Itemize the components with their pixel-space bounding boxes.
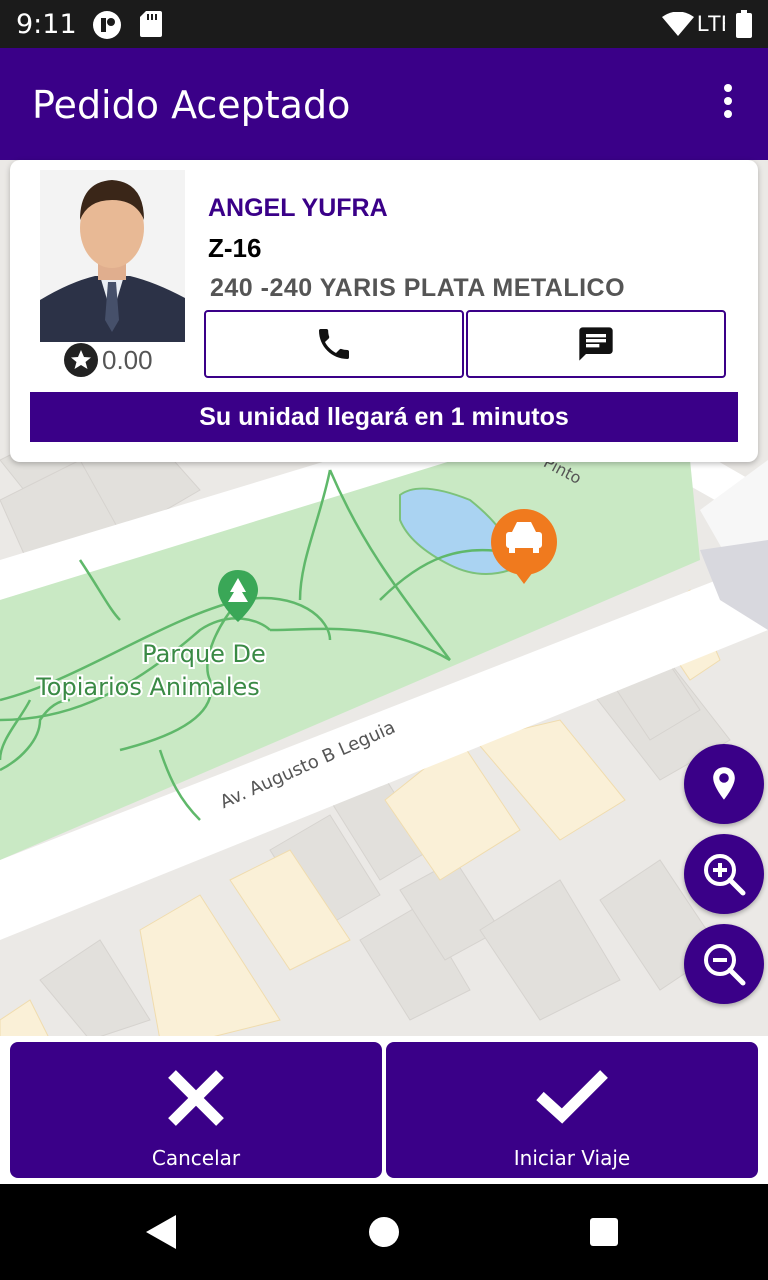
star-icon: [64, 343, 98, 377]
recents-icon[interactable]: [590, 1218, 618, 1246]
zoom-in-button[interactable]: [684, 834, 764, 914]
zoom-in-icon: [704, 854, 746, 896]
message-button[interactable]: [466, 310, 726, 378]
app-notification-icon: [93, 11, 121, 39]
zoom-out-button[interactable]: [684, 924, 764, 1004]
page-title: Pedido Aceptado: [32, 83, 351, 127]
eta-banner: Su unidad llegará en 1 minutos: [30, 392, 738, 442]
rating-value: 0.00: [102, 344, 153, 375]
cancel-button[interactable]: Cancelar: [10, 1042, 382, 1178]
phone-icon: [319, 329, 349, 359]
driver-rating: 0.00: [64, 342, 153, 378]
park-label-line1: Parque De: [142, 640, 266, 668]
network-type: LTE: [697, 11, 725, 36]
location-pin-icon: [713, 767, 735, 800]
driver-photo: [40, 170, 185, 342]
battery-icon: [736, 10, 752, 38]
home-icon[interactable]: [368, 1216, 400, 1248]
my-location-button[interactable]: [684, 744, 764, 824]
driver-vehicle: 240 -240 YARIS PLATA METALICO: [210, 274, 626, 302]
start-trip-label: Iniciar Viaje: [513, 1146, 631, 1170]
back-icon[interactable]: [144, 1214, 178, 1250]
driver-plate: Z-16: [208, 233, 262, 263]
park-label-line2: Topiarios Animales: [35, 673, 260, 701]
message-icon: [579, 327, 613, 361]
cancel-label: Cancelar: [151, 1146, 241, 1170]
overflow-menu-icon[interactable]: [718, 84, 738, 124]
call-button[interactable]: [204, 310, 464, 378]
driver-card: 0.00 ANGEL YUFRA Z-16 240 -240 YARIS PLA…: [10, 160, 758, 462]
status-time: 9:11: [16, 9, 77, 40]
app-bar: Pedido Aceptado: [0, 48, 768, 160]
action-bar: Cancelar Iniciar Viaje: [0, 1036, 768, 1184]
start-trip-button[interactable]: Iniciar Viaje: [386, 1042, 758, 1178]
close-icon: [168, 1070, 224, 1126]
wifi-icon: [662, 12, 694, 36]
navigation-bar: [0, 1184, 768, 1280]
zoom-out-icon: [704, 944, 746, 986]
status-bar: 9:11 LTE: [0, 0, 768, 48]
sd-card-icon: [140, 11, 162, 37]
driver-name: ANGEL YUFRA: [208, 194, 388, 222]
check-icon: [536, 1070, 608, 1124]
